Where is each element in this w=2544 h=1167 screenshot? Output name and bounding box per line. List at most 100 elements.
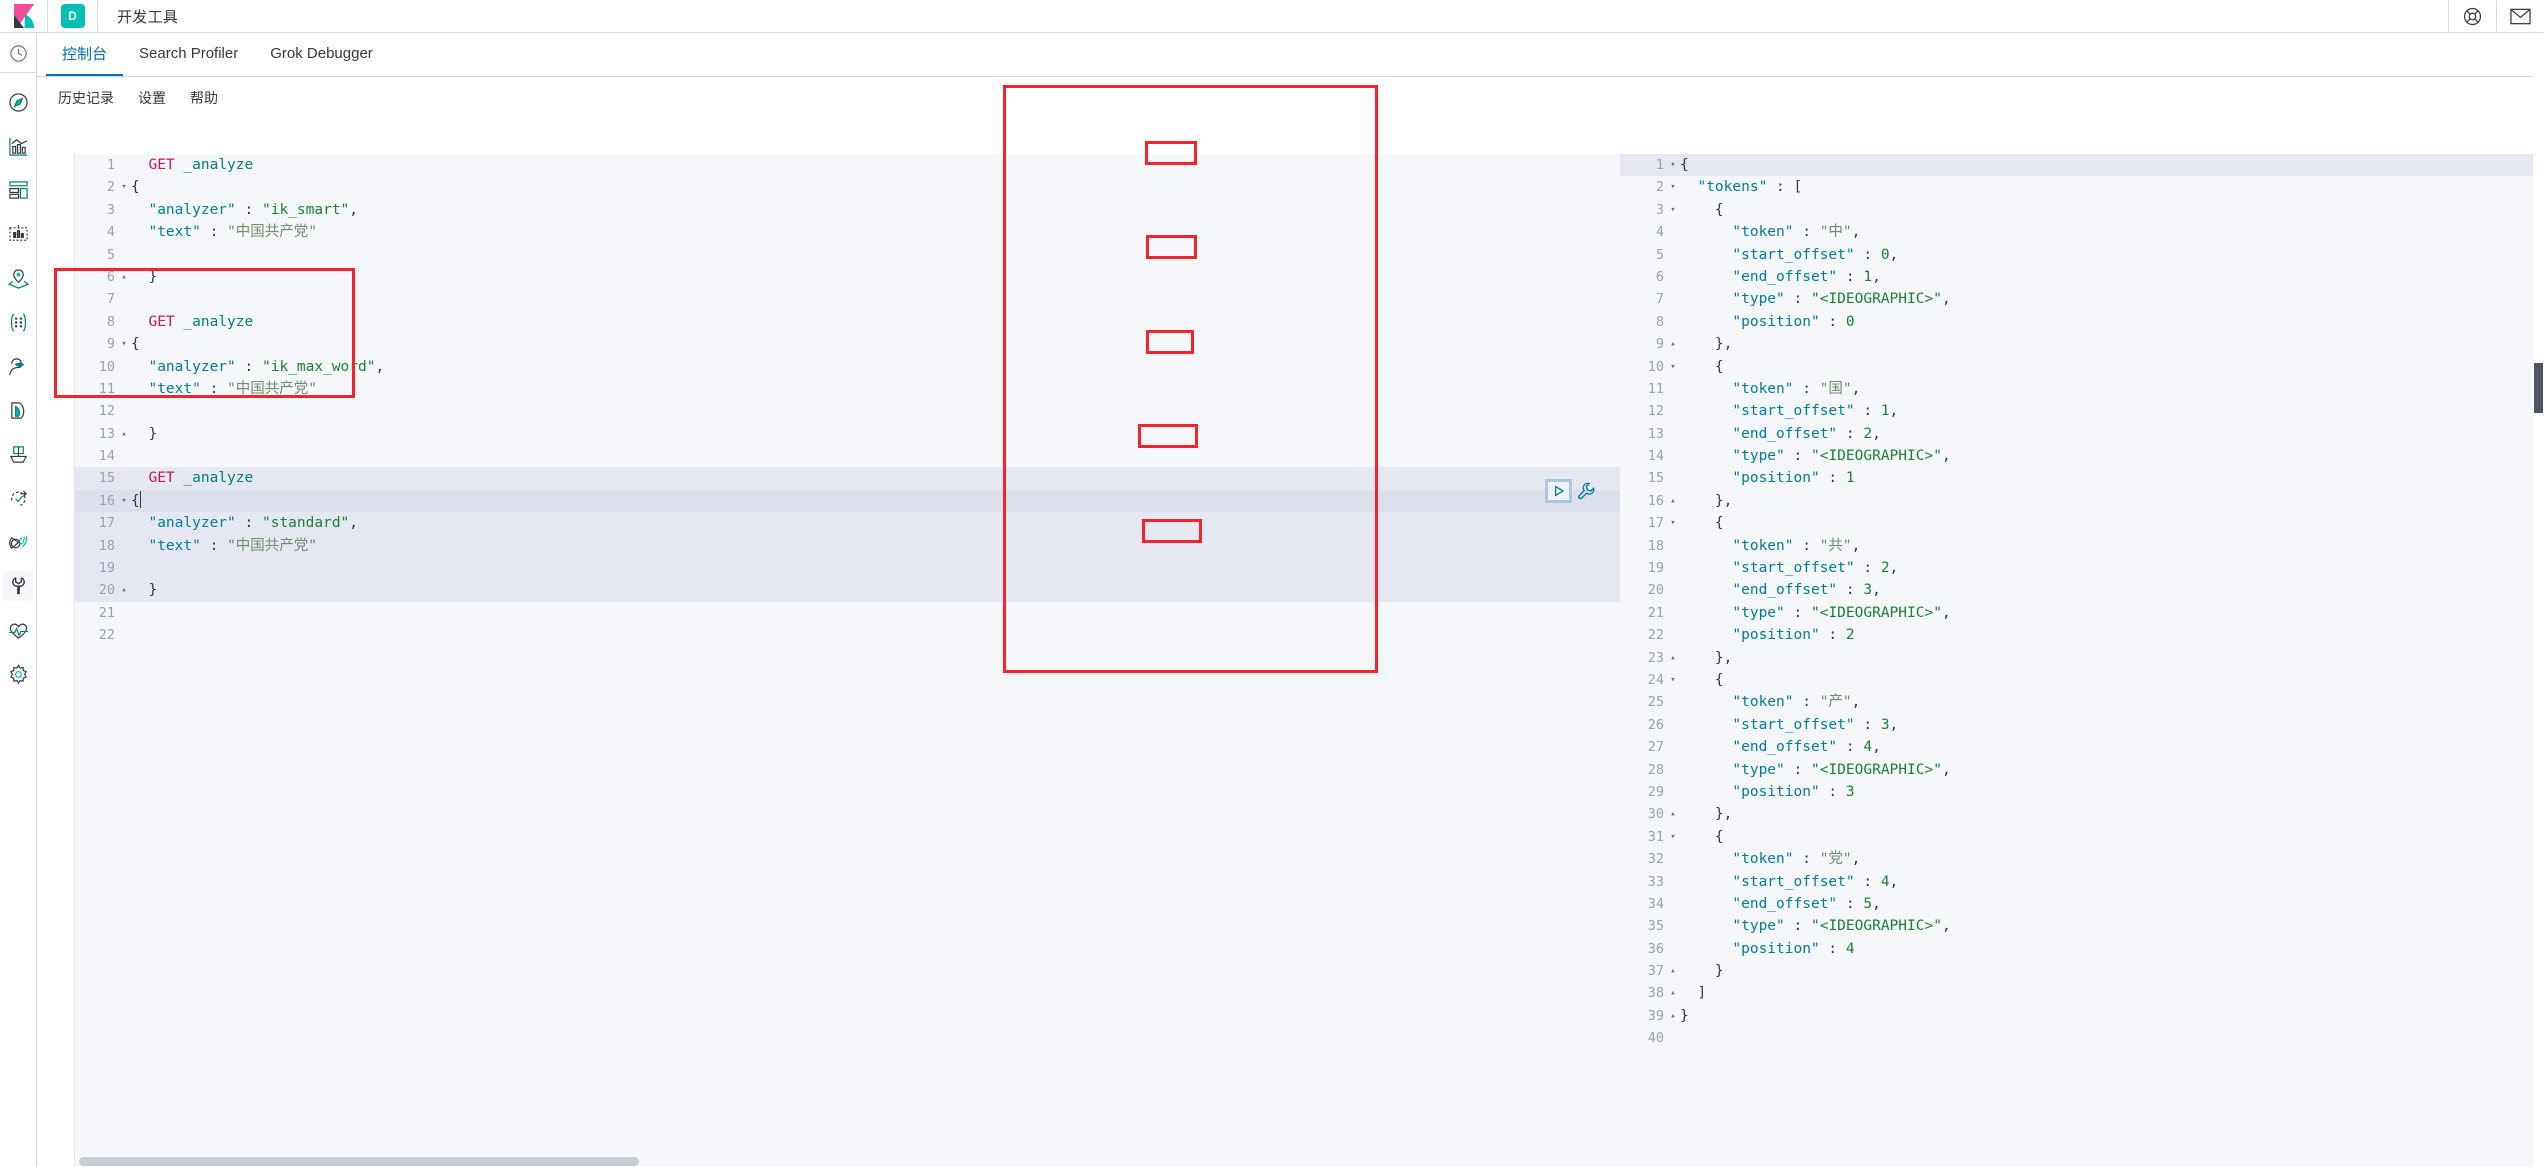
code-line[interactable]: 20 "end_offset" : 3, [1620, 579, 2544, 601]
sidebar-item-graph[interactable] [3, 307, 33, 337]
code-line[interactable]: 2 ▾{ [75, 176, 1620, 198]
code-line[interactable]: 27 "end_offset" : 4, [1620, 736, 2544, 758]
code-line[interactable]: 35 "type" : "<IDEOGRAPHIC>", [1620, 915, 2544, 937]
code-line[interactable]: 4 "token" : "中", [1620, 221, 2544, 243]
code-line[interactable]: 9 ▾{ [75, 333, 1620, 355]
tab-search-profiler[interactable]: Search Profiler [123, 32, 254, 76]
code-line[interactable]: 10 "analyzer" : "ik_max_word", [75, 356, 1620, 378]
code-line[interactable]: 7 [75, 288, 1620, 310]
help-link[interactable]: 帮助 [178, 88, 230, 108]
code-line[interactable]: 11 "token" : "国", [1620, 378, 2544, 400]
window-scrollbar[interactable] [2533, 33, 2544, 1167]
code-line[interactable]: 1 ▾{ [1620, 154, 2544, 177]
code-line[interactable]: 23 ▴ }, [1620, 647, 2544, 669]
code-line[interactable]: 24 ▾ { [1620, 669, 2544, 691]
response-editor[interactable]: 1 ▾{2 ▾ "tokens" : [3 ▾ {4 "token" : "中", 5 … [1620, 154, 2544, 1167]
code-line[interactable]: 12 [75, 400, 1620, 422]
fold-toggle-icon[interactable]: ▾ [1666, 356, 1680, 378]
sidebar-item-logs[interactable] [3, 395, 33, 425]
code-line[interactable]: 5 [75, 244, 1620, 266]
sidebar-item-apm[interactable] [3, 483, 33, 513]
code-line[interactable]: 26 "start_offset" : 3, [1620, 714, 2544, 736]
sidebar-item-canvas[interactable] [3, 219, 33, 249]
kibana-logo[interactable] [0, 0, 48, 33]
code-line[interactable]: 1 GET _analyze [75, 154, 1620, 176]
code-line[interactable]: 37 ▴ } [1620, 960, 2544, 982]
code-line[interactable]: 8 GET _analyze [75, 311, 1620, 333]
code-line[interactable]: 17 ▾ { [1620, 512, 2544, 534]
fold-toggle-icon[interactable]: ▾ [117, 176, 131, 198]
fold-toggle-icon[interactable]: ▴ [1666, 333, 1680, 355]
fold-toggle-icon[interactable]: ▾ [117, 490, 131, 512]
code-line[interactable]: 18 "token" : "共", [1620, 535, 2544, 557]
code-line[interactable]: 22 [75, 624, 1620, 646]
fold-toggle-icon[interactable]: ▴ [117, 423, 131, 445]
code-line[interactable]: 13 "end_offset" : 2, [1620, 423, 2544, 445]
fold-toggle-icon[interactable]: ▴ [117, 266, 131, 288]
sidebar-item-discover[interactable] [3, 87, 33, 117]
fold-toggle-icon[interactable]: ▴ [1666, 803, 1680, 825]
code-line[interactable]: 6 ▴ } [75, 266, 1620, 288]
code-line[interactable]: 3 "analyzer" : "ik_smart", [75, 199, 1620, 221]
code-line[interactable]: 5 "start_offset" : 0, [1620, 244, 2544, 266]
code-line[interactable]: 17 "analyzer" : "standard", [75, 512, 1620, 535]
code-line[interactable]: 16 ▾{ [75, 489, 1620, 513]
mail-envelope-icon[interactable] [2496, 0, 2544, 33]
code-line[interactable]: 12 "start_offset" : 1, [1620, 400, 2544, 422]
code-line[interactable]: 30 ▴ }, [1620, 803, 2544, 825]
code-line[interactable]: 6 "end_offset" : 1, [1620, 266, 2544, 288]
code-line[interactable]: 32 "token" : "党", [1620, 848, 2544, 870]
code-line[interactable]: 38 ▴ ] [1620, 982, 2544, 1004]
code-line[interactable]: 33 "start_offset" : 4, [1620, 871, 2544, 893]
sidebar-item-machine-learning[interactable] [3, 351, 33, 381]
code-line[interactable]: 34 "end_offset" : 5, [1620, 893, 2544, 915]
code-line[interactable]: 16 ▴ }, [1620, 490, 2544, 512]
code-line[interactable]: 36 "position" : 4 [1620, 938, 2544, 960]
tab-console[interactable]: 控制台 [46, 32, 124, 76]
sidebar-item-metrics[interactable] [3, 439, 33, 469]
code-line[interactable]: 20 ▴ } [75, 579, 1620, 602]
code-line[interactable]: 13 ▴ } [75, 423, 1620, 445]
fold-toggle-icon[interactable]: ▴ [1666, 647, 1680, 669]
sidebar-item-visualize[interactable] [3, 131, 33, 161]
history-link[interactable]: 历史记录 [46, 88, 126, 108]
code-line[interactable]: 22 "position" : 2 [1620, 624, 2544, 646]
code-line[interactable]: 29 "position" : 3 [1620, 781, 2544, 803]
fold-toggle-icon[interactable]: ▾ [1666, 199, 1680, 221]
code-line[interactable]: 3 ▾ { [1620, 199, 2544, 221]
code-line[interactable]: 31 ▾ { [1620, 826, 2544, 848]
send-request-button[interactable] [1545, 479, 1572, 503]
code-line[interactable]: 2 ▾ "tokens" : [ [1620, 176, 2544, 198]
fold-toggle-icon[interactable]: ▴ [1666, 1005, 1680, 1027]
code-line[interactable]: 25 "token" : "产", [1620, 691, 2544, 713]
code-line[interactable]: 8 "position" : 0 [1620, 311, 2544, 333]
code-line[interactable]: 14 [75, 445, 1620, 467]
editor-horizontal-scrollbar[interactable] [75, 1156, 1620, 1167]
code-line[interactable]: 21 [75, 602, 1620, 624]
sidebar-item-dev-tools[interactable] [3, 571, 33, 601]
fold-toggle-icon[interactable]: ▾ [1666, 669, 1680, 691]
fold-toggle-icon[interactable]: ▾ [1666, 512, 1680, 534]
code-line[interactable]: 19 [75, 557, 1620, 580]
code-line[interactable]: 21 "type" : "<IDEOGRAPHIC>", [1620, 602, 2544, 624]
code-line[interactable]: 9 ▴ }, [1620, 333, 2544, 355]
code-line[interactable]: 28 "type" : "<IDEOGRAPHIC>", [1620, 759, 2544, 781]
code-line[interactable]: 18 "text" : "中国共产党" [75, 534, 1620, 558]
sidebar-item-monitoring[interactable] [3, 615, 33, 645]
sidebar-item-dashboard[interactable] [3, 175, 33, 205]
settings-link[interactable]: 设置 [126, 88, 178, 108]
fold-toggle-icon[interactable]: ▴ [1666, 960, 1680, 982]
code-line[interactable]: 4 "text" : "中国共产党" [75, 221, 1620, 243]
code-line[interactable]: 7 "type" : "<IDEOGRAPHIC>", [1620, 288, 2544, 310]
space-avatar[interactable]: D [48, 0, 98, 33]
wrench-icon[interactable] [1577, 482, 1596, 501]
code-line[interactable]: 15 "position" : 1 [1620, 467, 2544, 489]
fold-toggle-icon[interactable]: ▴ [1666, 982, 1680, 1004]
fold-toggle-icon[interactable]: ▾ [1666, 154, 1680, 176]
fold-toggle-icon[interactable]: ▾ [1666, 176, 1680, 198]
request-editor[interactable]: 1 GET _analyze 2 ▾{3 "analyzer" : "ik_smar… [74, 154, 1620, 1167]
code-line[interactable]: 19 "start_offset" : 2, [1620, 557, 2544, 579]
sidebar-item-uptime[interactable] [3, 527, 33, 557]
code-line[interactable]: 40 [1620, 1027, 2544, 1049]
request-editor-code[interactable]: 1 GET _analyze 2 ▾{3 "analyzer" : "ik_smar… [75, 154, 1620, 647]
